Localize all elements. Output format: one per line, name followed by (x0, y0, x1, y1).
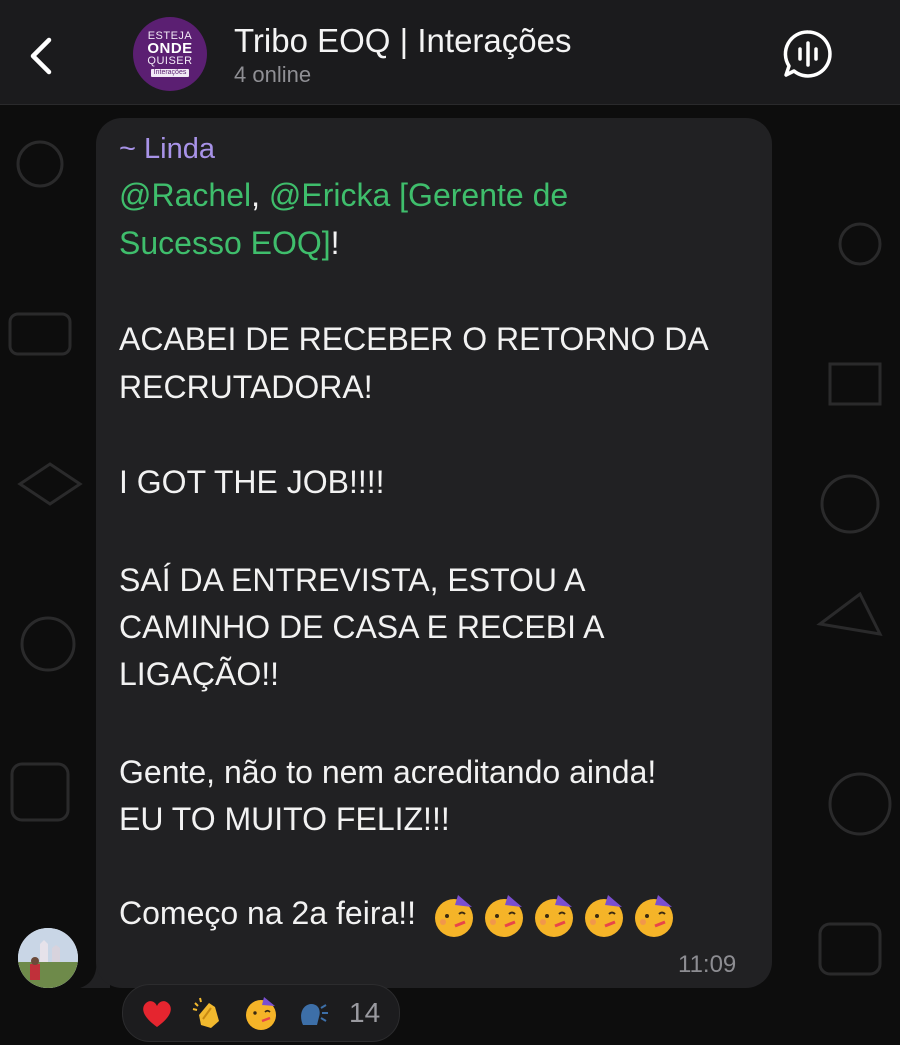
group-avatar[interactable]: ESTEJA ONDE QUISER Interações (133, 17, 207, 91)
message-time: 11:09 (678, 951, 737, 978)
mention-rachel[interactable]: @Rachel (119, 177, 251, 213)
partying-face-icon (634, 894, 673, 937)
chevron-left-icon (30, 37, 52, 75)
chat-header: ESTEJA ONDE QUISER Interações Tribo EOQ … (0, 0, 900, 105)
partying-face-icon (584, 894, 623, 937)
voice-chat-icon (783, 30, 832, 78)
avatar-text-line3: QUISER (147, 55, 193, 67)
speaking-head-icon[interactable] (295, 995, 331, 1031)
partying-face-icon (534, 894, 573, 937)
reactions-bar[interactable]: 14 (122, 984, 400, 1042)
message-line: Gente, não to nem acreditando ainda! (119, 754, 657, 790)
message-line: RECRUTADORA! (119, 369, 373, 405)
message-line: SAÍ DA ENTREVISTA, ESTOU A (119, 562, 586, 598)
mention-ericka-cont[interactable]: Sucesso EOQ] (119, 225, 331, 261)
mention-line-1: @Rachel, @Ericka [Gerente de (119, 177, 569, 213)
message-line: EU TO MUITO FELIZ!!! (119, 801, 450, 837)
sender-name[interactable]: ~ Linda (119, 133, 215, 166)
online-status: 4 online (234, 62, 312, 87)
partying-face-icon (434, 894, 473, 937)
message-line: I GOT THE JOB!!!! (119, 464, 385, 500)
partying-face-icon (484, 894, 523, 937)
mention-ericka[interactable]: @Ericka [Gerente de (269, 177, 568, 213)
avatar[interactable] (18, 928, 78, 988)
message-line: ACABEI DE RECEBER O RETORNO DA (119, 321, 709, 357)
mention-line-2: Sucesso EOQ]! (119, 225, 340, 261)
emoji-row (431, 893, 677, 939)
chat-title[interactable]: Tribo EOQ | Interações (234, 22, 571, 60)
avatar-text-line2: ONDE (147, 40, 193, 57)
message-line: LIGAÇÃO!! (119, 656, 280, 692)
message-line: CAMINHO DE CASA E RECEBI A (119, 609, 605, 645)
back-button[interactable] (18, 28, 66, 84)
red-heart-icon[interactable] (139, 995, 175, 1031)
voice-chat-button[interactable] (782, 28, 834, 80)
avatar-text-line4: Interações (150, 69, 190, 77)
message-line-last: Começo na 2a feira!! (119, 890, 759, 939)
reaction-count: 14 (349, 997, 381, 1028)
clapping-hands-icon[interactable] (191, 995, 227, 1031)
partying-face-icon[interactable] (243, 995, 279, 1031)
